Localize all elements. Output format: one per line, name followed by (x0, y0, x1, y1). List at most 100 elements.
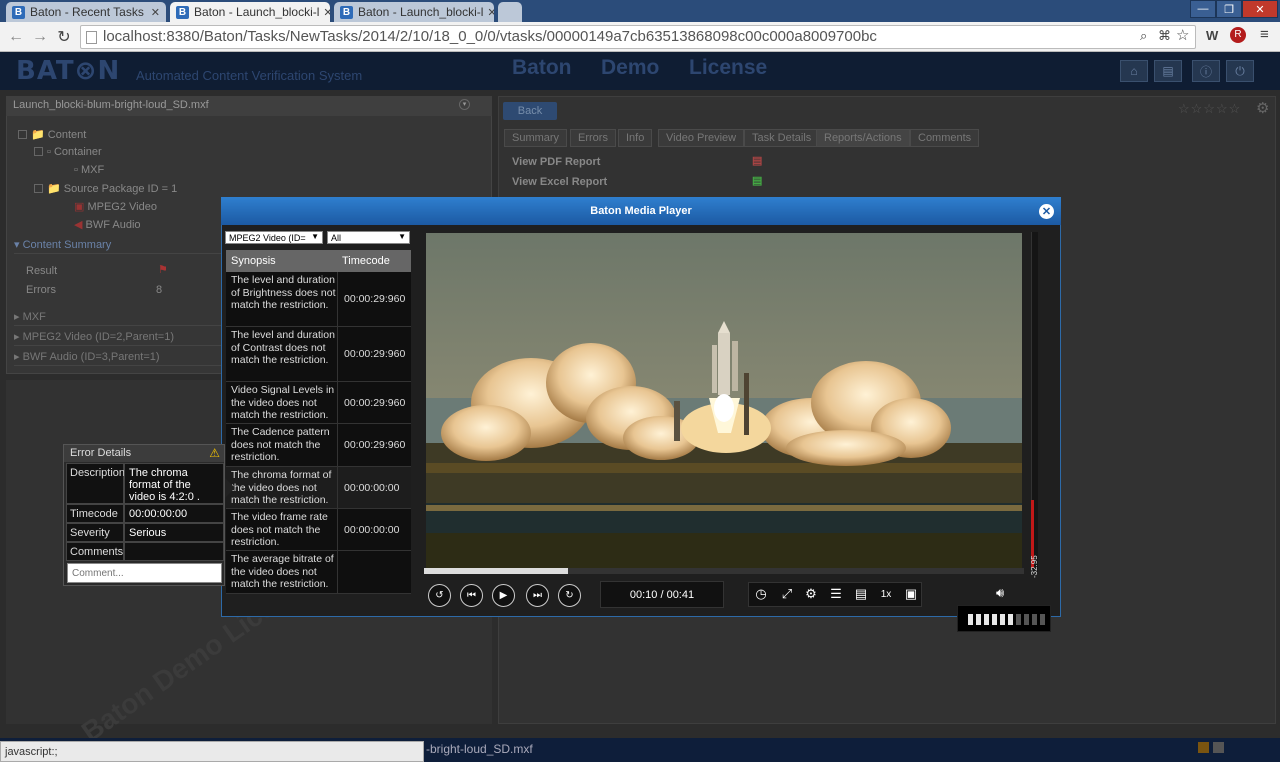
volume-icon[interactable]: 🔊︎ (996, 585, 1004, 601)
filter-select[interactable]: All ▼ (327, 231, 410, 244)
play-icon[interactable]: ▶ (492, 584, 515, 607)
file-name-header: Launch_blocki-blum-bright-loud_SD.mxf ▾ (6, 96, 492, 116)
tree-item-bwf-audio[interactable]: ◀ BWF Audio (74, 218, 141, 231)
timecode-label: Timecode (66, 504, 124, 523)
table-row[interactable]: The average bitrate of the video does no… (226, 551, 411, 594)
layout-icon[interactable]: ☰ (825, 583, 847, 605)
browser-tab-launch-active[interactable]: B Baton - Launch_blocki-l ✕ (170, 2, 330, 22)
severity-value: Serious (124, 523, 224, 542)
tree-item-mxf[interactable]: ▫ MXF (74, 164, 104, 176)
clock-icon[interactable]: ◷ (750, 583, 772, 605)
step-back-icon[interactable]: ↺ (428, 584, 451, 607)
address-bar[interactable]: localhost:8380/Baton/Tasks/NewTasks/2014… (80, 25, 1196, 49)
pdf-icon[interactable]: ▤ (752, 154, 762, 167)
bookmark-star-icon[interactable]: ☆ (1176, 26, 1189, 44)
video-still-launch (426, 233, 1022, 569)
volume-segment[interactable] (968, 614, 973, 625)
close-tab-icon[interactable]: ✕ (483, 6, 494, 19)
comments-value (124, 542, 224, 561)
playback-speed-button[interactable]: 1x (875, 583, 897, 605)
tab-video-preview[interactable]: Video Preview (658, 129, 745, 147)
video-frame[interactable] (426, 233, 1022, 569)
minimize-window-button[interactable]: — (1190, 0, 1216, 18)
volume-segment[interactable] (976, 614, 981, 625)
browser-status-url: javascript:; (0, 741, 424, 762)
extension-r-icon[interactable]: R (1230, 27, 1246, 43)
volume-segment[interactable] (1032, 614, 1037, 625)
rating-stars[interactable]: ☆☆☆☆☆ (1178, 101, 1241, 117)
expand-icon[interactable] (34, 184, 43, 193)
tree-item-container[interactable]: ▫ Container (34, 146, 102, 158)
table-row[interactable]: The level and duration of Brightness doe… (226, 272, 411, 327)
extension-w-icon[interactable]: W (1206, 28, 1218, 43)
error-overlay-icon[interactable]: ▤ (850, 583, 872, 605)
tree-item-content[interactable]: 📁 Content (18, 128, 86, 141)
table-row[interactable]: The level and duration of Contrast does … (226, 327, 411, 382)
tree-item-mpeg2-video[interactable]: ▣ MPEG2 Video (74, 200, 157, 213)
tab-task-details[interactable]: Task Details (744, 129, 820, 147)
baton-favicon-icon: B (176, 5, 189, 19)
home-icon[interactable]: ⌂ (1120, 60, 1148, 82)
volume-segment[interactable] (992, 614, 997, 625)
browser-tab-recent-tasks[interactable]: B Baton - Recent Tasks ✕ (6, 2, 166, 22)
chevron-down-icon: ▼ (398, 232, 406, 241)
table-row[interactable]: The Cadence pattern does not match the r… (226, 424, 411, 467)
volume-segment[interactable] (1008, 614, 1013, 625)
step-forward-icon[interactable]: ↻ (558, 584, 581, 607)
reload-icon[interactable]: ↻ (54, 27, 74, 47)
settings-icon[interactable]: ⚙ (800, 583, 822, 605)
menu-icon[interactable]: ≡ (1260, 26, 1269, 43)
volume-segment[interactable] (1040, 614, 1045, 625)
close-tab-icon[interactable]: ✕ (147, 6, 160, 19)
info-icon[interactable]: ⓘ (1192, 60, 1220, 82)
gear-icon[interactable]: ⚙ (1256, 99, 1269, 117)
volume-segment[interactable] (1016, 614, 1021, 625)
tree-item-source-package[interactable]: 📁 Source Package ID = 1 (34, 182, 177, 195)
tab-summary[interactable]: Summary (504, 129, 568, 147)
page-icon (86, 31, 97, 44)
zoom-icon[interactable]: ⌕ (1140, 28, 1147, 44)
restore-window-button[interactable]: ❐ (1216, 0, 1242, 18)
browser-tab-bar: B Baton - Recent Tasks ✕ B Baton - Launc… (0, 0, 1280, 22)
seek-bar-progress[interactable] (424, 568, 568, 574)
close-icon[interactable]: ✕ (1039, 204, 1054, 219)
next-icon[interactable]: ⏭ (526, 584, 549, 607)
back-arrow-icon[interactable]: ← (6, 27, 26, 47)
forward-arrow-icon[interactable]: → (30, 27, 50, 47)
status-file-name: -bright-loud_SD.mxf (426, 742, 533, 756)
close-tab-icon[interactable]: ✕ (319, 6, 330, 19)
table-row-selected[interactable]: The chroma format of the video does not … (226, 467, 411, 509)
volume-segment[interactable] (984, 614, 989, 625)
excel-icon[interactable]: ▤ (752, 174, 762, 187)
severity-label: Severity (66, 523, 124, 542)
view-pdf-report-link[interactable]: View PDF Report (512, 156, 600, 168)
tab-comments[interactable]: Comments (910, 129, 980, 147)
tab-info[interactable]: Info (618, 129, 653, 147)
tasks-icon[interactable]: ▤ (1154, 60, 1182, 82)
back-button[interactable]: Back (503, 102, 557, 120)
translate-icon[interactable]: ⌘ (1158, 28, 1171, 44)
volume-segment[interactable] (1024, 614, 1029, 625)
power-icon[interactable]: ⏻ (1226, 60, 1254, 82)
new-tab-button[interactable] (498, 2, 522, 22)
comment-input[interactable] (67, 563, 222, 583)
stream-select[interactable]: MPEG2 Video (ID= ▼ (225, 231, 323, 244)
time-display: 00:10 / 00:41 (600, 581, 724, 608)
audio-icon: ◀ (74, 219, 83, 231)
table-row[interactable]: The video frame rate does not match the … (226, 509, 411, 551)
volume-segment[interactable] (1000, 614, 1005, 625)
expand-icon[interactable] (34, 147, 43, 156)
tab-reports-actions[interactable]: Reports/Actions (816, 129, 910, 147)
timecode-column-header[interactable]: Timecode (342, 255, 390, 267)
fullscreen-icon[interactable]: ⤢ (776, 583, 798, 605)
snapshot-icon[interactable]: ▣ (900, 583, 922, 605)
close-window-button[interactable]: ✕ (1242, 0, 1278, 18)
expand-icon[interactable] (18, 130, 27, 139)
collapse-panel-icon[interactable]: ▾ (459, 99, 470, 110)
browser-tab-launch[interactable]: B Baton - Launch_blocki-l ✕ (334, 2, 494, 22)
table-row[interactable]: Video Signal Levels in the video does no… (226, 382, 411, 424)
tab-errors[interactable]: Errors (570, 129, 616, 147)
synopsis-column-header[interactable]: Synopsis (231, 255, 276, 267)
previous-icon[interactable]: ⏮ (460, 584, 483, 607)
view-excel-report-link[interactable]: View Excel Report (512, 176, 607, 188)
